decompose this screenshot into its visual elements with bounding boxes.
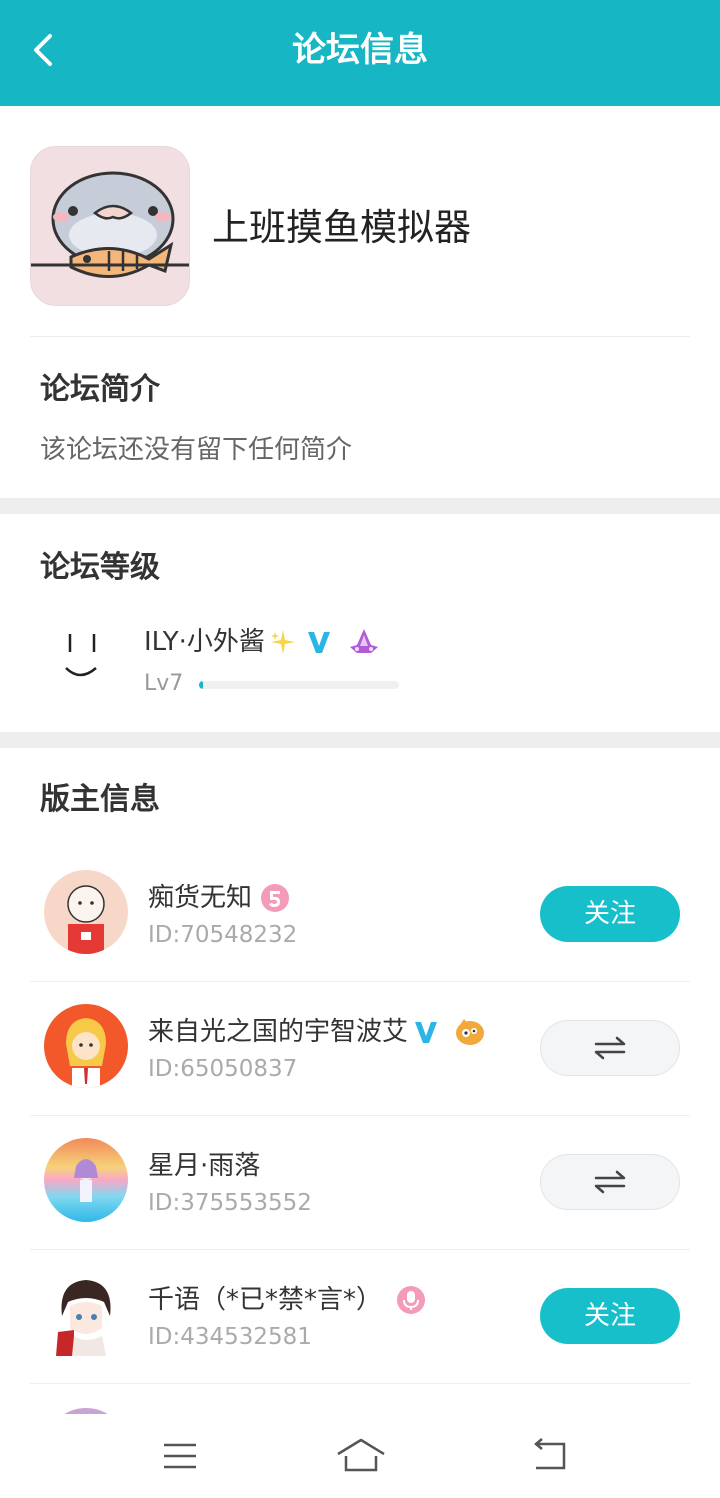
follow-button[interactable]: 关注 <box>540 886 680 942</box>
level-title: 论坛等级 <box>40 550 160 585</box>
level-progress-bar <box>199 681 399 689</box>
home-icon <box>337 1438 385 1472</box>
swap-button[interactable] <box>540 1154 680 1210</box>
moderator-id: ID:375553552 <box>148 1190 312 1216</box>
avatar[interactable] <box>44 1272 128 1356</box>
pink-level-5-icon <box>261 884 290 912</box>
moderators-card: 版主信息 痴货无知 ID:70548232 关注 来自光之国的宇智波艾 ID:6… <box>0 748 720 1414</box>
moderator-name-row: 痴货无知 <box>148 878 290 918</box>
forum-name: 上班摸鱼模拟器 <box>212 206 471 249</box>
emoji-badge-icon <box>456 1019 485 1045</box>
back-icon <box>534 1438 566 1470</box>
intro-text: 该论坛还没有留下任何简介 <box>40 435 353 465</box>
smiley-face-icon <box>65 634 97 677</box>
nav-back-button[interactable] <box>528 1436 572 1476</box>
nav-home-button[interactable] <box>334 1436 388 1476</box>
avatar[interactable] <box>44 1138 128 1222</box>
moderator-name: 星月·雨落 <box>148 1151 261 1181</box>
moderator-id: ID:434532581 <box>148 1324 312 1350</box>
moderators-title: 版主信息 <box>40 782 160 817</box>
intro-title: 论坛简介 <box>40 372 160 407</box>
pink-mic-icon <box>397 1286 426 1314</box>
moderator-row[interactable]: 千语（*已*禁*言*） ID:434532581 关注 <box>0 1250 720 1384</box>
app-header: 论坛信息 <box>0 0 720 106</box>
divider <box>30 336 690 337</box>
sparkle-icon <box>270 630 295 654</box>
moderator-id: ID:65050837 <box>148 1056 298 1082</box>
menu-icon <box>164 1443 196 1469</box>
forum-icon <box>30 146 190 306</box>
avatar[interactable] <box>44 1004 128 1088</box>
moderator-id: ID:70548232 <box>148 922 298 948</box>
verified-v-icon <box>307 632 330 653</box>
moderator-name: 来自光之国的宇智波艾 <box>148 1017 409 1047</box>
moderator-row[interactable]: 痴货无知 ID:70548232 关注 <box>0 848 720 982</box>
moderator-name-row: 星月·雨落 <box>148 1146 260 1186</box>
avatar-image-icon <box>44 1138 128 1222</box>
level-user-name: ILY·小外酱 <box>144 627 265 657</box>
section-gap <box>0 732 720 748</box>
fish-mascot-icon <box>31 171 189 278</box>
avatar-image-icon <box>44 870 128 954</box>
forum-info-card: 上班摸鱼模拟器 论坛简介 该论坛还没有留下任何简介 <box>0 106 720 498</box>
page-title: 论坛信息 <box>292 30 428 70</box>
avatar[interactable] <box>50 622 114 686</box>
forum-level-card: 论坛等级 ILY·小外酱 Lv7 <box>0 514 720 732</box>
level-user-row: ILY·小外酱 <box>144 622 381 662</box>
swap-arrows-icon <box>594 1170 626 1194</box>
moderator-row[interactable]: 来自光之国的宇智波艾 ID:65050837 <box>0 982 720 1116</box>
divider <box>30 1383 690 1384</box>
moderator-name: 痴货无知 <box>148 883 253 913</box>
swap-arrows-icon <box>594 1036 626 1060</box>
avatar[interactable] <box>44 870 128 954</box>
follow-button[interactable]: 关注 <box>540 1288 680 1344</box>
swap-button[interactable] <box>540 1020 680 1076</box>
rank-emblem-icon <box>349 629 378 653</box>
level-progress-fill <box>199 681 203 689</box>
system-nav-bar <box>0 1414 720 1498</box>
nav-menu-button[interactable] <box>158 1436 202 1476</box>
avatar-image-icon <box>44 1004 128 1088</box>
moderator-row[interactable]: 星月·雨落 ID:375553552 <box>0 1116 720 1250</box>
verified-v-icon <box>415 1022 438 1043</box>
avatar-image-icon <box>44 1272 128 1356</box>
section-gap <box>0 498 720 514</box>
moderator-name-row: 千语（*已*禁*言*） <box>148 1280 426 1320</box>
moderator-name-row: 来自光之国的宇智波艾 <box>148 1012 486 1052</box>
moderator-name: 千语（*已*禁*言*） <box>148 1285 383 1315</box>
level-label: Lv7 <box>144 671 184 696</box>
